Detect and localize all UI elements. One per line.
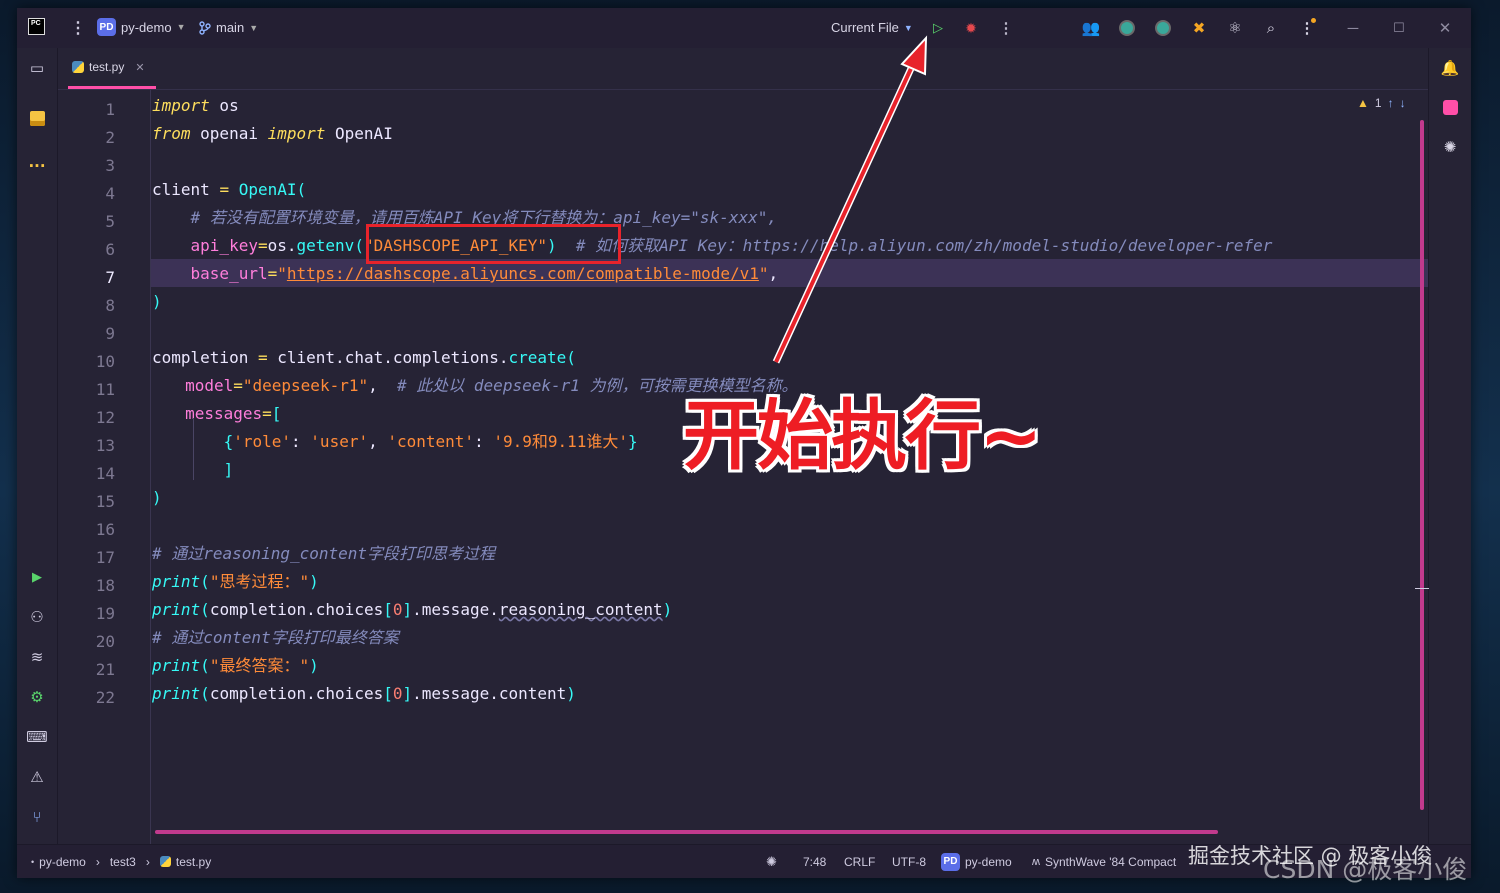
watermark-csdn: CSDN @极客小俊 <box>1263 855 1468 884</box>
annotation-text: 开始执行~ <box>683 391 1043 480</box>
